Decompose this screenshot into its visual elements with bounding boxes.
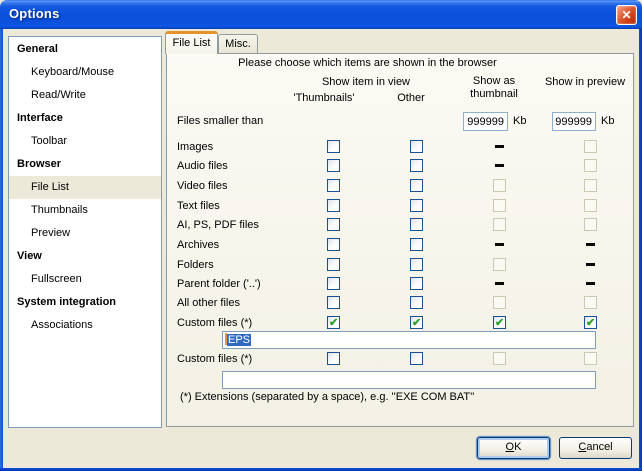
row-label: AI, PS, PDF files	[177, 219, 259, 231]
table-row-images: Images	[0, 140, 642, 154]
row-label: Custom files (*)	[177, 353, 253, 365]
instruction-text: Please choose which items are shown in t…	[238, 57, 497, 69]
column-header-show-in-preview: Show in preview	[544, 76, 626, 88]
close-button[interactable]: ✕	[616, 5, 637, 25]
row-label: Audio files	[177, 160, 228, 172]
checkbox-cell[interactable]	[410, 238, 423, 251]
close-icon: ✕	[621, 8, 632, 22]
kb-unit-label: Kb	[513, 115, 527, 127]
checkbox-cell[interactable]	[410, 218, 423, 231]
checkbox-cell	[584, 179, 597, 192]
checkbox-cell	[584, 140, 597, 153]
row-label: Video files	[177, 180, 228, 192]
checkbox-cell[interactable]	[410, 296, 423, 309]
row-label: All other files	[177, 297, 240, 309]
checkbox-cell	[493, 140, 506, 153]
kb-unit-label: Kb	[601, 115, 615, 127]
cancel-button[interactable]: Cancel	[559, 437, 632, 459]
checkbox-cell[interactable]	[410, 316, 423, 329]
checkbox-cell	[493, 277, 506, 290]
checkbox-cell[interactable]	[493, 316, 506, 329]
selected-text: EPS	[227, 334, 252, 346]
cancel-button-label: Cancel	[578, 441, 613, 453]
row-label: Text files	[177, 200, 220, 212]
tab-misc[interactable]: Misc.	[218, 34, 258, 54]
checkbox-cell[interactable]	[327, 352, 340, 365]
checkbox-cell	[584, 159, 597, 172]
sidebar-item-read-write[interactable]: Read/Write	[9, 84, 161, 107]
checkbox-cell[interactable]	[327, 179, 340, 192]
sidebar-item-interface[interactable]: Interface	[9, 107, 161, 130]
size-limit-thumbnail-input[interactable]	[463, 112, 508, 131]
size-limit-preview-input[interactable]	[552, 112, 596, 131]
checkbox-cell[interactable]	[327, 296, 340, 309]
ok-button[interactable]: OK	[477, 437, 550, 459]
checkbox-cell	[584, 352, 597, 365]
checkbox-cell[interactable]	[410, 277, 423, 290]
checkbox-cell	[584, 258, 597, 271]
row-label: Folders	[177, 259, 214, 271]
settings-tree: General Keyboard/Mouse Read/Write Interf…	[8, 36, 162, 428]
checkbox-cell	[584, 199, 597, 212]
checkbox-cell	[584, 277, 597, 290]
checkbox-cell	[493, 179, 506, 192]
table-row-ai-ps-pdf-files: AI, PS, PDF files	[0, 218, 642, 232]
table-row-video-files: Video files	[0, 179, 642, 193]
column-header-show-item-in-view: Show item in view	[321, 76, 411, 88]
table-row-folders: Folders	[0, 258, 642, 272]
checkbox-cell	[493, 352, 506, 365]
checkbox-cell	[493, 238, 506, 251]
options-dialog: Options ✕ General Keyboard/Mouse Read/Wr…	[0, 0, 642, 471]
checkbox-cell[interactable]	[410, 179, 423, 192]
checkbox-cell	[493, 159, 506, 172]
checkbox-cell	[493, 296, 506, 309]
checkbox-cell[interactable]	[327, 218, 340, 231]
window-title: Options	[9, 6, 60, 21]
checkbox-cell[interactable]	[584, 316, 597, 329]
checkbox-cell	[584, 296, 597, 309]
ok-button-label: OK	[505, 441, 522, 453]
checkbox-cell[interactable]	[327, 238, 340, 251]
checkbox-cell[interactable]	[327, 199, 340, 212]
tab-file-list[interactable]: File List	[165, 31, 218, 54]
row-label: Parent folder ('..')	[177, 278, 261, 290]
custom-extensions-input-2[interactable]	[222, 371, 596, 389]
table-row-all-other-files: All other files	[0, 296, 642, 310]
checkbox-cell[interactable]	[327, 140, 340, 153]
checkbox-cell[interactable]	[327, 316, 340, 329]
checkbox-cell	[493, 199, 506, 212]
checkbox-cell[interactable]	[410, 140, 423, 153]
checkbox-cell[interactable]	[327, 159, 340, 172]
extensions-footnote: (*) Extensions (separated by a space), e…	[180, 391, 475, 403]
checkbox-cell[interactable]	[410, 199, 423, 212]
table-row-custom-files-2: Custom files (*)	[0, 352, 642, 366]
checkbox-cell	[493, 218, 506, 231]
row-label: Custom files (*)	[177, 317, 253, 329]
table-row-parent-folder: Parent folder ('..')	[0, 277, 642, 291]
checkbox-cell[interactable]	[327, 258, 340, 271]
sidebar-item-keyboard-mouse[interactable]: Keyboard/Mouse	[9, 61, 161, 84]
sidebar-item-general[interactable]: General	[9, 38, 161, 61]
checkbox-cell[interactable]	[410, 159, 423, 172]
custom-extensions-input-1[interactable]: EPS	[222, 331, 596, 349]
checkbox-cell[interactable]	[327, 277, 340, 290]
checkbox-cell	[584, 218, 597, 231]
title-bar[interactable]: Options ✕	[0, 0, 642, 29]
row-label: Archives	[177, 239, 220, 251]
table-row-archives: Archives	[0, 238, 642, 252]
table-row-audio-files: Audio files	[0, 159, 642, 173]
files-smaller-than-label: Files smaller than	[177, 115, 264, 127]
checkbox-cell	[493, 258, 506, 271]
checkbox-cell[interactable]	[410, 258, 423, 271]
checkbox-cell	[584, 238, 597, 251]
table-row-text-files: Text files	[0, 199, 642, 213]
row-label: Images	[177, 141, 214, 153]
table-row-custom-files-1: Custom files (*)	[0, 316, 642, 330]
checkbox-cell[interactable]	[410, 352, 423, 365]
